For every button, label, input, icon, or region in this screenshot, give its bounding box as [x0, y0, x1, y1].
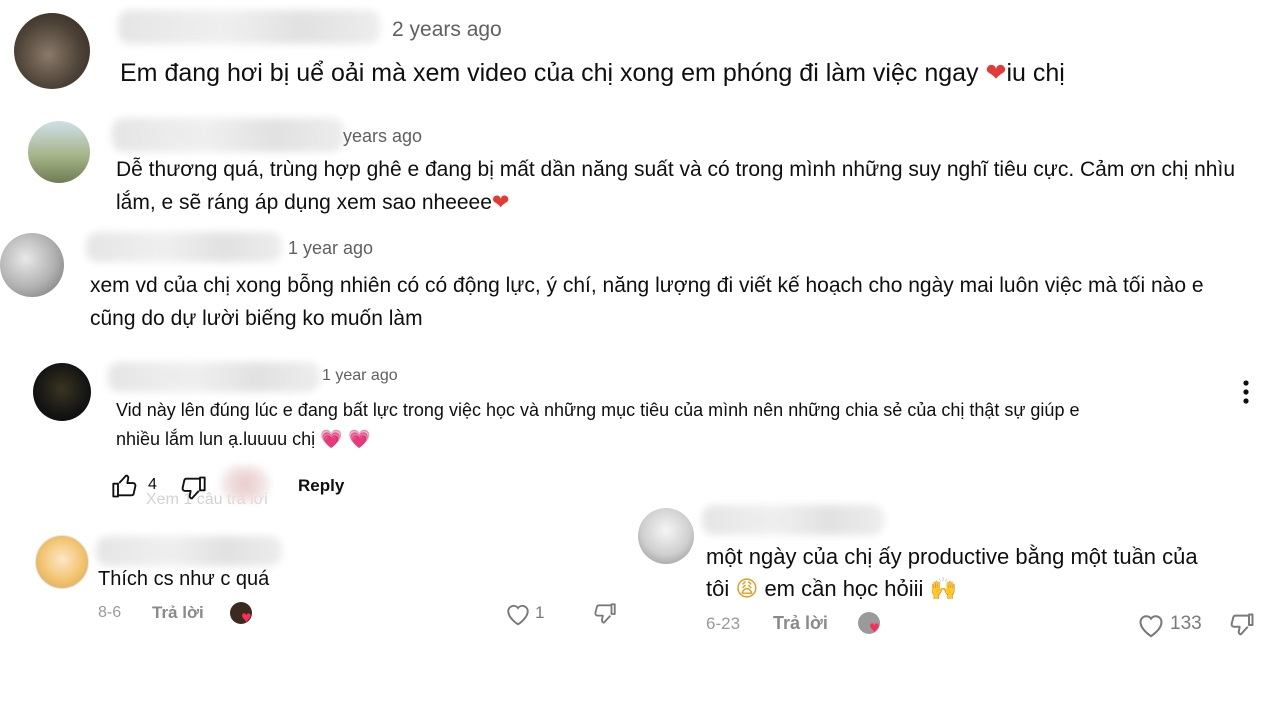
username-blurred — [108, 362, 320, 392]
comment-text-line-1: một ngày của chị ấy productive bằng một … — [706, 544, 1198, 569]
comment-date: 6-23 — [706, 614, 741, 633]
reply-button[interactable]: Trả lời — [152, 603, 204, 623]
like-count: 133 — [1170, 613, 1202, 634]
pink-heart-emoji: 💗 💗 — [320, 429, 371, 450]
thumbs-up-icon[interactable] — [110, 472, 140, 500]
reply-button[interactable]: Reply — [298, 476, 344, 496]
comment-text-line-1: Dễ thương quá, trùng hợp ghê e đang bị m… — [116, 158, 1235, 181]
comment-date: 8-6 — [98, 604, 122, 621]
creator-liked-badge: ♥ — [858, 612, 880, 635]
username-blurred — [118, 10, 380, 44]
avatar[interactable] — [28, 121, 90, 183]
weary-face-emoji: 😩 — [735, 577, 759, 602]
avatar[interactable] — [0, 233, 64, 297]
timestamp: years ago — [343, 126, 423, 146]
comment-text-line-1: xem vd của chị xong bỗng nhiên có có độn… — [90, 274, 1204, 297]
comment-text: Thích cs như c quá — [98, 568, 270, 590]
thumbs-down-icon[interactable] — [178, 474, 208, 502]
more-vert-icon[interactable] — [1236, 378, 1256, 406]
comment-text-line-2: lắm, e sẽ ráng áp dụng xem sao nheeee❤ — [116, 190, 510, 214]
heart-outline-icon[interactable] — [505, 602, 531, 626]
avatar[interactable] — [638, 508, 694, 564]
raising-hands-emoji: 🙌 — [929, 577, 957, 602]
avatar[interactable] — [14, 13, 90, 89]
dislike-icon[interactable] — [592, 601, 618, 627]
timestamp: 1 year ago — [322, 367, 398, 384]
comment-text-line-2: tôi 😩 em cần học hỏiii 🙌 — [706, 576, 957, 602]
avatar[interactable] — [33, 363, 91, 421]
red-heart-emoji: ❤ — [985, 58, 1007, 87]
timestamp: 1 year ago — [288, 238, 374, 258]
username-blurred — [112, 118, 344, 152]
username-blurred — [96, 536, 282, 566]
like-count: 4 — [148, 476, 157, 493]
timestamp: 2 years ago — [392, 18, 502, 41]
creator-liked-badge: ♥ — [230, 602, 252, 625]
dislike-icon[interactable] — [1228, 611, 1256, 639]
comment-text-line-1: Vid này lên đúng lúc e đang bất lực tron… — [116, 400, 1080, 420]
reply-button[interactable]: Trả lời — [773, 613, 828, 634]
comment-text-line-2: cũng do dự lười biếng ko muốn làm — [90, 307, 423, 330]
heart-icon: ♥ — [869, 621, 880, 635]
like-count: 1 — [535, 603, 545, 622]
comment-text: Em đang hơi bị uể oải mà xem video của c… — [120, 58, 1065, 87]
avatar[interactable] — [35, 535, 89, 589]
comment-text-line-2: nhiều lắm lun ạ.luuuu chị 💗 💗 — [116, 429, 371, 450]
creator-heart-blurred — [220, 466, 270, 502]
username-blurred — [702, 505, 884, 535]
heart-outline-icon[interactable] — [1137, 612, 1165, 638]
username-blurred — [86, 232, 282, 262]
heart-icon: ♥ — [241, 611, 252, 625]
red-heart-emoji: ❤ — [491, 190, 510, 214]
